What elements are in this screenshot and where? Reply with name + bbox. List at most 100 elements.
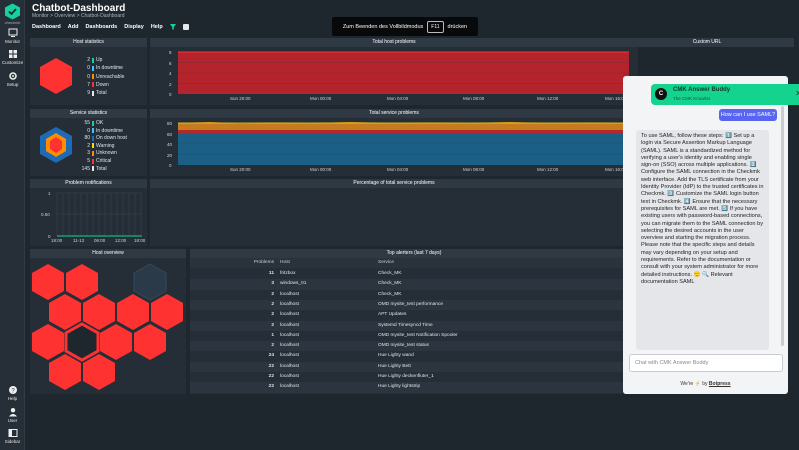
menu-dashboards[interactable]: Dashboards: [85, 24, 117, 30]
stat-row[interactable]: 145 Total: [80, 166, 107, 172]
cell-host[interactable]: localhost: [280, 362, 299, 372]
cell-host[interactable]: localhost: [280, 321, 299, 331]
service-xtick-1: Mon 00:00: [310, 167, 332, 172]
host-stats-hexagon[interactable]: [39, 57, 73, 95]
table-row[interactable]: 22 localhost Hue Lighty deckenfluter_1: [190, 372, 638, 383]
cell-problems: 3: [271, 281, 274, 287]
host-overview-honeycomb[interactable]: [30, 259, 186, 393]
cell-host[interactable]: localhost: [280, 351, 299, 361]
menu-display[interactable]: Display: [124, 24, 144, 30]
cell-problems: 2: [271, 291, 274, 297]
cell-host[interactable]: localhost: [280, 331, 299, 341]
total-host-problems-dashlet: Total host problems 8 6 4 2 0 Sun 20:00 …: [150, 38, 638, 105]
top-alerters-dashlet: Top alerters (last 7 days) Problems Host…: [190, 249, 638, 394]
host-xtick-2: Mon 04:00: [387, 96, 409, 101]
stat-row[interactable]: 0 In downtime: [80, 128, 123, 134]
nav-user[interactable]: User: [0, 407, 25, 423]
table-row[interactable]: 3 windows_01 Check_MK: [190, 279, 638, 290]
cell-problems: 2: [271, 312, 274, 318]
service-stats-hexagon[interactable]: [39, 126, 73, 164]
cell-service[interactable]: OMD mysite_test status: [378, 341, 429, 351]
stat-label: Warning: [96, 142, 115, 149]
cell-service[interactable]: OMD mysite_test Notification Spooler: [378, 331, 458, 341]
stat-color-bar: [92, 57, 94, 63]
checkmk-logo[interactable]: [4, 3, 21, 20]
nav-customize-label: Customize: [1, 60, 24, 65]
nav-setup[interactable]: Setup: [0, 71, 25, 87]
stat-row[interactable]: 55 OK: [80, 120, 103, 126]
stat-color-bar: [92, 135, 94, 141]
host-xtick-1: Mon 00:00: [310, 96, 332, 101]
cell-problems: 11: [268, 271, 274, 276]
cell-host[interactable]: localhost: [280, 393, 299, 394]
chat-scrollbar[interactable]: [781, 106, 784, 346]
user-message: How can I use SAML?: [719, 109, 777, 121]
col-problems[interactable]: Problems: [190, 258, 274, 268]
cell-host[interactable]: localhost: [280, 372, 299, 382]
breadcrumb[interactable]: Monitor > Overview > Chatbot-Dashboard: [32, 13, 125, 19]
nav-help[interactable]: ? Help: [0, 385, 25, 401]
col-service[interactable]: Service: [378, 258, 394, 268]
nav-sidebar[interactable]: Sidebar: [0, 428, 25, 444]
stat-row[interactable]: 2 Up: [80, 57, 102, 63]
table-row[interactable]: 11 fritzbox Check_MK: [190, 269, 638, 280]
cell-host[interactable]: fritzbox: [280, 269, 295, 279]
menu-bar: Dashboard Add Dashboards Display Help: [32, 24, 189, 30]
host-statistics-dashlet: Host statistics 2 Up 0 In downtime 0 Unreacha…: [30, 38, 147, 105]
notif-xtick-2: 06:00: [94, 238, 106, 243]
cell-host[interactable]: localhost: [280, 290, 299, 300]
table-row[interactable]: 2 localhost Systemd Timesyncd Time: [190, 320, 638, 331]
stat-row[interactable]: 7 Down: [80, 82, 109, 88]
nav-customize[interactable]: Customize: [0, 49, 25, 65]
stat-label: On down host: [96, 135, 127, 142]
close-icon[interactable]: ✕: [795, 89, 799, 98]
cell-service[interactable]: APT Updates: [378, 310, 406, 320]
botpress-link[interactable]: Botpress: [709, 381, 731, 387]
cell-service[interactable]: Hue Lighty lightstrip: [378, 382, 420, 392]
table-row[interactable]: 22 localhost Hue Lighty lightstrip: [190, 382, 638, 393]
cell-service[interactable]: Check_MK: [378, 290, 401, 300]
table-row[interactable]: 24 localhost Hue Lighty wand: [190, 351, 638, 362]
nav-help-label: Help: [7, 396, 18, 401]
cell-problems: 2: [271, 322, 274, 328]
table-row[interactable]: 2 localhost OMD mysite_test status: [190, 341, 638, 352]
cell-host[interactable]: localhost: [280, 310, 299, 320]
logo-text: checkmk: [4, 20, 21, 25]
table-row[interactable]: 22 localhost Hue Lighty Bett: [190, 361, 638, 372]
cell-service[interactable]: Check_MK: [378, 279, 401, 289]
stat-row[interactable]: 0 Unreachable: [80, 74, 124, 80]
table-row[interactable]: 1 localhost OMD mysite_test Notification S…: [190, 330, 638, 342]
table-row[interactable]: 2 localhost APT Updates: [190, 310, 638, 321]
menu-dashboard[interactable]: Dashboard: [32, 24, 61, 30]
stat-row[interactable]: 0 In downtime: [80, 65, 123, 71]
menu-add[interactable]: Add: [68, 24, 79, 30]
chat-input[interactable]: Chat with CMK Answer Buddy: [629, 354, 783, 372]
cell-service[interactable]: Check_MK: [378, 269, 401, 279]
stat-row[interactable]: 80 On down host: [80, 135, 127, 142]
stat-row[interactable]: 9 Total: [80, 90, 106, 96]
toggle-checkbox[interactable]: [182, 24, 189, 30]
cell-service[interactable]: OMD mysite_test performance: [378, 300, 443, 310]
table-row[interactable]: 2 localhost Check_MK: [190, 289, 638, 300]
cell-service[interactable]: Systemd Timesyncd Time: [378, 321, 433, 331]
table-row[interactable]: 2 localhost OMD mysite_test performance: [190, 299, 638, 311]
stat-row[interactable]: 2 Warning: [80, 143, 114, 149]
col-host[interactable]: Host: [280, 258, 290, 268]
cell-host[interactable]: localhost: [280, 300, 299, 310]
cell-service[interactable]: Hue Lighty wand: [378, 351, 414, 361]
cell-service[interactable]: Hue Lighty Bett: [378, 362, 411, 372]
cell-host[interactable]: localhost: [280, 341, 299, 351]
stat-row[interactable]: 5 Critical: [80, 158, 111, 164]
stat-row[interactable]: 3 Unknown: [80, 150, 117, 156]
left-sidebar: checkmk Monitor Customize Setup ? Help U…: [0, 0, 25, 450]
cell-service[interactable]: Hue Lighty deckenfluter_1: [378, 372, 434, 382]
nav-monitor[interactable]: Monitor: [0, 28, 25, 44]
cell-service[interactable]: Hue Lighty deckenfluter_2: [378, 393, 434, 394]
cell-host[interactable]: windows_01: [280, 279, 306, 289]
menu-help[interactable]: Help: [151, 24, 163, 30]
filter-icon[interactable]: [169, 24, 176, 30]
total-service-problems-title: Total service problems: [150, 109, 638, 118]
percentage-service-problems-dashlet: Percentage of total service problems: [150, 179, 638, 246]
cell-host[interactable]: localhost: [280, 382, 299, 392]
table-row[interactable]: 22 localhost Hue Lighty deckenfluter_2: [190, 392, 638, 394]
